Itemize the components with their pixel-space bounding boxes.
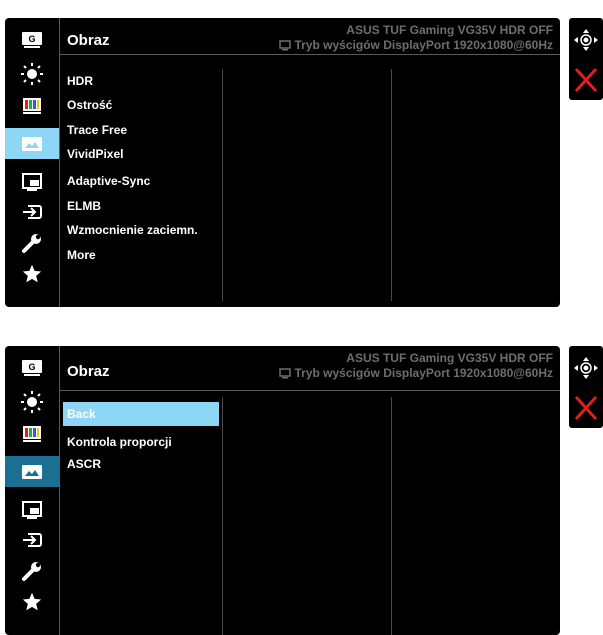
column-divider <box>391 397 392 635</box>
pip-icon[interactable] <box>5 166 59 197</box>
close-icon[interactable] <box>569 68 603 92</box>
svg-text:G: G <box>28 362 35 372</box>
input-icon[interactable] <box>5 196 59 227</box>
image-icon[interactable] <box>5 456 59 487</box>
menu-item-more[interactable]: More <box>63 243 219 267</box>
osd-panel-main: G Obraz ASUS TUF Gaming VG35V HDR OFF Tr… <box>5 18 560 307</box>
mode-info: Tryb wyścigów DisplayPort 1920x1080@60Hz <box>278 38 554 52</box>
page-title: Obraz <box>67 363 110 380</box>
nav-panel <box>569 346 603 428</box>
menu-item-trace-free[interactable]: Trace Free <box>63 118 219 142</box>
monitor-icon <box>278 39 291 51</box>
osd-panel-submenu: G Obraz ASUS TUF Gaming VG35V HDR OFF Tr… <box>5 346 560 635</box>
osd-sidebar: G <box>5 346 59 635</box>
svg-text:G: G <box>28 34 35 44</box>
column-divider <box>222 397 223 635</box>
wrench-icon[interactable] <box>5 227 59 258</box>
column-divider <box>391 69 392 301</box>
monitor-icon <box>278 367 291 379</box>
menu-item-elmb[interactable]: ELMB <box>63 194 219 218</box>
menu-item-adaptive-sync[interactable]: Adaptive-Sync <box>63 169 219 193</box>
menu-item-ostrosc[interactable]: Ostrość <box>63 93 219 117</box>
brightness-icon[interactable] <box>5 386 59 417</box>
model-info: ASUS TUF Gaming VG35V HDR OFF <box>346 23 553 37</box>
header-divider <box>60 390 560 391</box>
star-icon[interactable] <box>5 586 59 617</box>
mode-info-text: Tryb wyścigów DisplayPort 1920x1080@60Hz <box>294 38 554 52</box>
mode-info-text: Tryb wyścigów DisplayPort 1920x1080@60Hz <box>294 366 554 380</box>
gameplus-icon[interactable]: G <box>5 352 59 383</box>
osd-sidebar: G <box>5 18 59 307</box>
move-icon[interactable] <box>569 356 603 380</box>
mode-info: Tryb wyścigów DisplayPort 1920x1080@60Hz <box>278 366 554 380</box>
input-icon[interactable] <box>5 524 59 555</box>
star-icon[interactable] <box>5 258 59 289</box>
header-divider <box>60 54 560 55</box>
menu-item-back[interactable]: Back <box>63 402 219 426</box>
pip-icon[interactable] <box>5 494 59 525</box>
column-divider <box>222 69 223 301</box>
sidebar-divider <box>59 18 60 307</box>
close-icon[interactable] <box>569 396 603 420</box>
brightness-icon[interactable] <box>5 58 59 89</box>
page-title: Obraz <box>67 32 110 49</box>
gameplus-icon[interactable]: G <box>5 24 59 55</box>
model-info: ASUS TUF Gaming VG35V HDR OFF <box>346 351 553 365</box>
menu-item-hdr[interactable]: HDR <box>63 69 219 93</box>
move-icon[interactable] <box>569 28 603 52</box>
menu-item-kontrola-proporcji[interactable]: Kontrola proporcji <box>63 430 219 454</box>
menu-item-ascr[interactable]: ASCR <box>63 452 219 476</box>
menu-item-vividpixel[interactable]: VividPixel <box>63 142 219 166</box>
color-icon[interactable] <box>5 417 59 448</box>
menu-item-wzmocnienie[interactable]: Wzmocnienie zaciemn. <box>63 218 219 242</box>
color-icon[interactable] <box>5 89 59 120</box>
nav-panel <box>569 18 603 100</box>
image-icon[interactable] <box>5 128 59 159</box>
wrench-icon[interactable] <box>5 555 59 586</box>
